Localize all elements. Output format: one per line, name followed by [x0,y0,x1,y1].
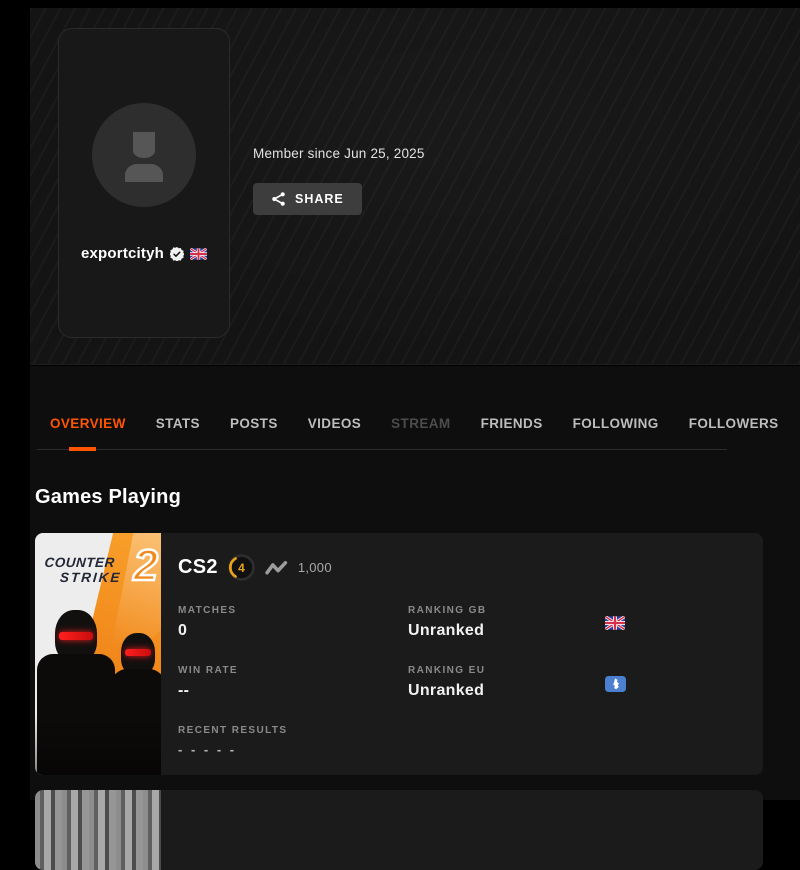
tab-friends[interactable]: FRIENDS [481,416,543,431]
tab-posts[interactable]: POSTS [230,416,278,431]
active-tab-indicator [69,447,96,451]
tab-followers[interactable]: FOLLOWERS [689,416,779,431]
svg-text:4: 4 [238,560,245,574]
verified-seal-icon [170,247,184,261]
tab-following[interactable]: FOLLOWING [573,416,659,431]
gb-flag-icon [190,248,207,260]
tab-stream[interactable]: STREAM [391,416,450,431]
ranking-eu: RANKING EU Unranked [408,665,739,700]
cs2-art-number: 2 [134,541,158,591]
member-since-text: Member since Jun 25, 2025 [253,146,425,161]
avatar-card: exportcityh [58,28,230,338]
tab-divider [37,449,727,450]
eu-flag-icon [605,676,626,692]
next-game-card[interactable] [35,790,763,870]
next-game-art [35,790,161,870]
stat-recent-results: RECENT RESULTS - - - - - [178,725,408,757]
ranking-gb: RANKING GB Unranked [408,605,739,640]
cs2-game-card[interactable]: COUNTER STRIKE 2 CS2 4 [35,533,763,775]
tab-overview[interactable]: OVERVIEW [50,416,126,431]
elo-graph-icon [265,559,288,576]
game-title: CS2 [178,556,218,579]
tab-videos[interactable]: VIDEOS [308,416,361,431]
section-title: Games Playing [35,486,181,509]
username-row: exportcityh [59,245,229,262]
share-icon [271,191,286,207]
profile-tabbar: OVERVIEW STATS POSTS VIDEOS STREAM FRIEN… [30,405,800,453]
cs2-card-body: CS2 4 1,000 MATCHES 0 [161,533,763,775]
elo-value: 1,000 [298,560,332,575]
stat-win-rate: WIN RATE -- [178,665,408,700]
stat-matches: MATCHES 0 [178,605,408,640]
person-icon [121,128,167,182]
username: exportcityh [81,245,164,262]
main-section: OVERVIEW STATS POSTS VIDEOS STREAM FRIEN… [30,366,800,800]
cs2-art-title: COUNTER STRIKE [43,555,127,585]
profile-hero: exportcityh Member since J [30,8,800,365]
share-label: SHARE [295,192,344,206]
share-button[interactable]: SHARE [253,183,362,215]
gb-flag-icon [605,616,625,630]
avatar [92,103,196,207]
cs2-game-art: COUNTER STRIKE 2 [35,533,161,775]
level-4-ring-icon: 4 [228,554,255,581]
tab-stats[interactable]: STATS [156,416,200,431]
